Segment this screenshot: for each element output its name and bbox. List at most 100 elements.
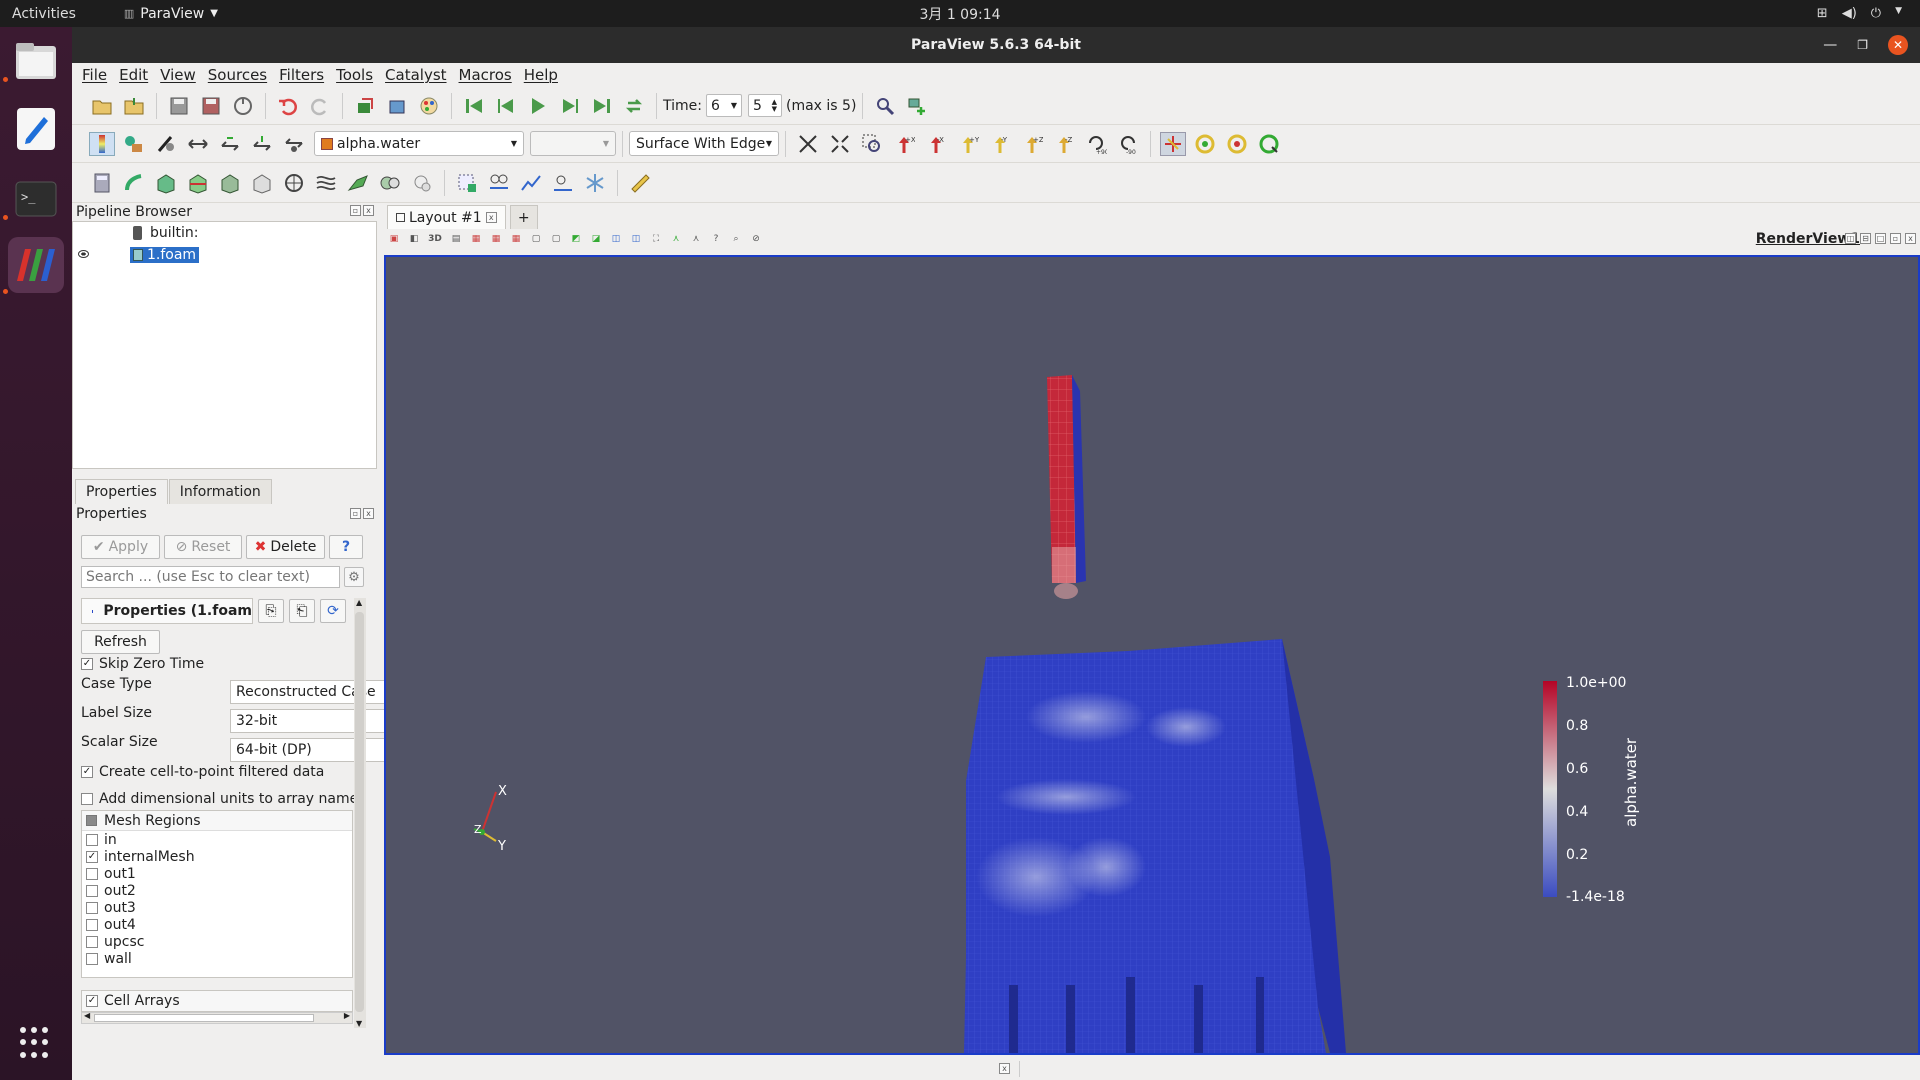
select-surface-points-icon[interactable]: ▦ — [489, 232, 503, 246]
mesh-regions-header[interactable]: Mesh Regions — [82, 811, 352, 831]
mesh-region-item[interactable]: out4 — [82, 916, 352, 933]
menu-filters[interactable]: Filters — [279, 66, 324, 84]
camera-undo-icon[interactable] — [352, 94, 378, 118]
menu-catalyst[interactable]: Catalyst — [385, 66, 446, 84]
skip-zero-time-row[interactable]: ✓ Skip Zero Time — [81, 656, 204, 672]
group-datasets-icon[interactable] — [377, 171, 403, 195]
color-array-select[interactable]: alpha.water ▼ — [314, 131, 524, 156]
load-state-icon[interactable] — [121, 94, 147, 118]
rescale-visible-icon[interactable] — [249, 132, 275, 156]
color-palette-icon[interactable] — [416, 94, 442, 118]
mesh-region-checkbox[interactable] — [86, 901, 98, 914]
select-frustum-cells-icon[interactable]: ▦ — [509, 232, 523, 246]
restore-view-icon[interactable]: ▫ — [1890, 233, 1901, 244]
close-button[interactable]: ✕ — [1888, 35, 1908, 55]
paste-properties-icon[interactable]: ⎗ — [289, 599, 315, 623]
maximize-button[interactable]: ❐ — [1857, 38, 1868, 52]
render-view[interactable]: X Y Z 1.0e+00 0.8 0.6 0.4 0.2 -1.4e-18 a… — [384, 255, 1920, 1055]
first-frame-icon[interactable] — [461, 94, 487, 118]
app-menu[interactable]: ▥ ParaView ▼ — [124, 6, 218, 22]
mesh-region-checkbox[interactable] — [86, 935, 98, 948]
rotate-minus-90-icon[interactable]: -90 — [1115, 132, 1141, 156]
view-minus-y-icon[interactable]: -Y — [987, 132, 1013, 156]
close-view-icon[interactable]: x — [1905, 233, 1916, 244]
snowflake-icon[interactable] — [582, 171, 608, 195]
tab-layout-1[interactable]: Layout #1 x — [387, 205, 506, 229]
connect-icon[interactable] — [230, 94, 256, 118]
mesh-region-item[interactable]: out1 — [82, 865, 352, 882]
split-horizontal-icon[interactable]: ◫ — [1845, 233, 1856, 244]
select-frustum-points-icon[interactable]: ▢ — [529, 232, 543, 246]
add-camera-link-icon[interactable] — [904, 94, 930, 118]
skip-zero-time-checkbox[interactable]: ✓ — [81, 658, 93, 670]
clear-selection-icon[interactable]: ⊘ — [749, 232, 763, 246]
slice-icon[interactable] — [185, 171, 211, 195]
mesh-region-checkbox[interactable]: ✓ — [86, 850, 98, 863]
close-icon[interactable]: x — [999, 1063, 1010, 1074]
find-data-icon[interactable] — [872, 94, 898, 118]
gear-icon[interactable]: ⚙ — [344, 567, 364, 587]
calculator-icon[interactable] — [89, 171, 115, 195]
reset-button[interactable]: ⊘ Reset — [164, 535, 242, 559]
tab-properties[interactable]: Properties — [75, 479, 168, 504]
close-icon[interactable]: x — [363, 205, 374, 216]
rescale-temporal-icon[interactable] — [217, 132, 243, 156]
histogram-icon[interactable] — [518, 171, 544, 195]
menu-edit[interactable]: Edit — [119, 66, 148, 84]
add-layout-button[interactable]: + — [509, 205, 538, 229]
system-tray[interactable]: ⊞ ◀) ⏻ ▼ — [1817, 6, 1902, 21]
refresh-button[interactable]: Refresh — [81, 630, 160, 654]
properties-section-header[interactable]: Properties (1.foam — [81, 598, 253, 624]
cell-arrays-list[interactable]: ✓ Cell Arrays — [81, 990, 353, 1012]
select-polygon-points-icon[interactable]: ◩ — [569, 232, 583, 246]
view-minus-x-icon[interactable]: -X — [923, 132, 949, 156]
glyph-icon[interactable] — [281, 171, 307, 195]
rescale-custom-icon[interactable] — [185, 132, 211, 156]
reload-icon[interactable]: ⟳ — [320, 599, 346, 623]
component-select[interactable]: ▼ — [530, 131, 616, 156]
grow-selection-icon[interactable]: ⋏ — [689, 232, 703, 246]
ruler-icon[interactable] — [627, 171, 653, 195]
close-icon[interactable]: x — [485, 212, 497, 223]
mesh-region-item[interactable]: in — [82, 831, 352, 848]
interactive-select-cells-icon[interactable]: ◫ — [609, 232, 623, 246]
activities-button[interactable]: Activities — [12, 6, 76, 22]
threshold-icon[interactable] — [217, 171, 243, 195]
close-icon[interactable]: x — [363, 508, 374, 519]
reset-camera-icon[interactable] — [795, 132, 821, 156]
select-surface-cells-icon[interactable]: ▦ — [469, 232, 483, 246]
mesh-regions-list[interactable]: Mesh Regions in ✓ internalMesh out1 out2 out3… — [81, 810, 353, 978]
terminal-icon[interactable]: >_ — [8, 171, 64, 227]
mesh-region-checkbox[interactable] — [86, 952, 98, 965]
mesh-region-item[interactable]: upcsc — [82, 933, 352, 950]
undo-icon[interactable] — [275, 94, 301, 118]
last-frame-icon[interactable] — [589, 94, 615, 118]
representation-select[interactable]: Surface With Edge ▼ — [629, 131, 779, 156]
open-file-icon[interactable] — [89, 94, 115, 118]
dimensional-units-checkbox[interactable] — [81, 793, 93, 805]
minimize-button[interactable]: — — [1823, 37, 1837, 53]
python-calculator-icon[interactable] — [550, 171, 576, 195]
toggle-color-legend-icon[interactable] — [89, 131, 115, 156]
cell-arrays-header[interactable]: ✓ Cell Arrays — [82, 991, 352, 1011]
interactive-select-points-icon[interactable]: ◫ — [629, 232, 643, 246]
paraview-dock-icon[interactable] — [8, 237, 64, 293]
mesh-region-item[interactable]: out3 — [82, 899, 352, 916]
cell-arrays-checkbox[interactable]: ✓ — [86, 995, 98, 1007]
select-polygon-cells-icon[interactable]: ▢ — [549, 232, 563, 246]
capture-screenshot-icon[interactable]: ▣ — [387, 232, 401, 246]
view-minus-z-icon[interactable]: -Z — [1051, 132, 1077, 156]
find-selection-icon[interactable]: ⌕ — [729, 232, 743, 246]
eye-icon[interactable] — [78, 250, 89, 258]
rescale-data-range-icon[interactable] — [281, 132, 307, 156]
menu-tools[interactable]: Tools — [336, 66, 373, 84]
rotate-plus-90-icon[interactable]: +90 — [1083, 132, 1109, 156]
warp-by-vector-icon[interactable] — [345, 171, 371, 195]
apply-button[interactable]: ✔ Apply — [81, 535, 160, 559]
menu-file[interactable]: File — [82, 66, 107, 84]
camera-icon[interactable]: ◧ — [407, 232, 421, 246]
files-app-icon[interactable] — [8, 33, 64, 89]
text-editor-icon[interactable] — [8, 101, 64, 157]
reset-center-icon[interactable] — [1192, 132, 1218, 156]
pipeline-item-builtin[interactable]: builtin: — [73, 222, 376, 244]
